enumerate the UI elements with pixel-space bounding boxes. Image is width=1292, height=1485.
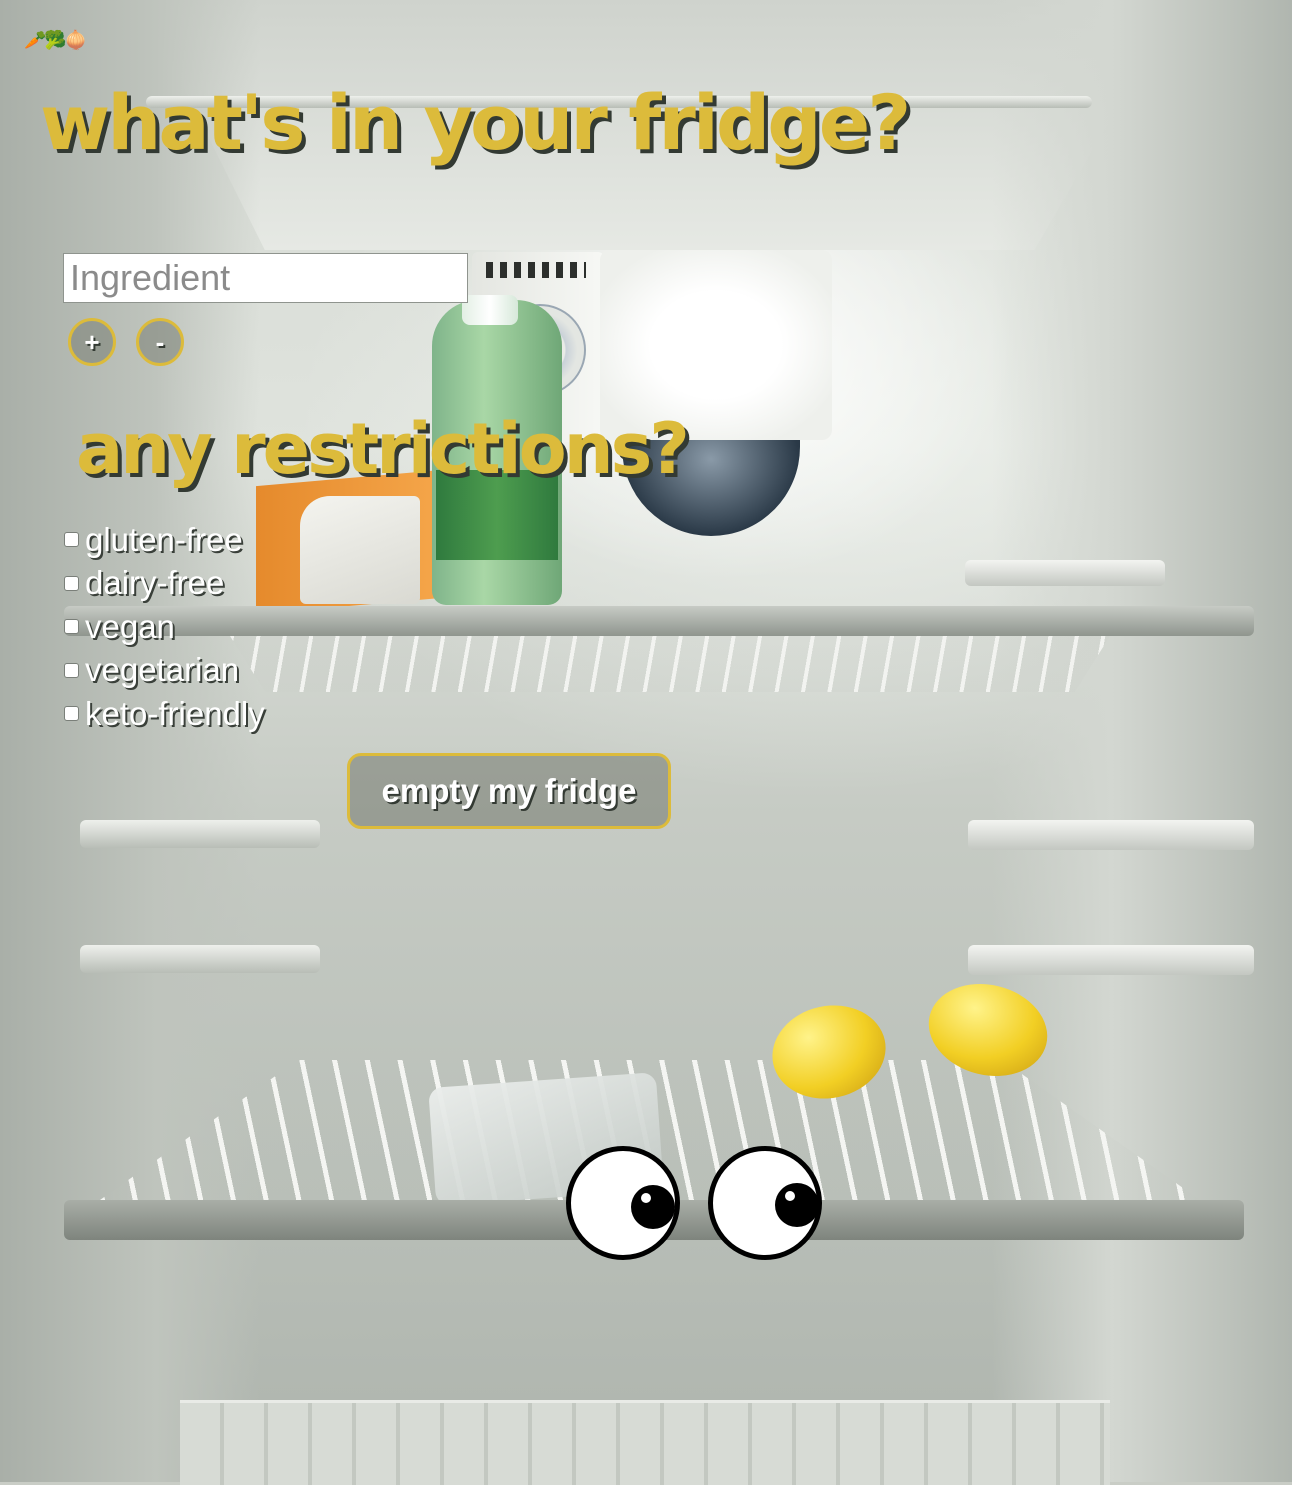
shelf-rail (968, 820, 1254, 850)
shelf-rail (965, 560, 1165, 586)
baking-soda-box-front (300, 496, 420, 604)
checkbox[interactable] (64, 575, 79, 591)
restriction-label: vegetarian (85, 651, 240, 689)
app-icons-text: 🥕🥦🧅 (24, 30, 87, 51)
pupil (631, 1185, 675, 1229)
fridge-right-wall (992, 0, 1292, 1482)
restriction-dairy-free[interactable]: dairy-free (64, 562, 265, 606)
shelf-rail (80, 820, 320, 848)
bottle-cap (462, 295, 518, 325)
checkbox[interactable] (64, 706, 79, 722)
ingredient-input[interactable] (63, 253, 468, 303)
crisper-drawer (180, 1400, 1110, 1485)
fridge-background-image (0, 0, 1292, 1485)
checkbox[interactable] (64, 532, 79, 548)
shelf-rail (968, 945, 1254, 975)
add-ingredient-button[interactable]: + (68, 318, 116, 366)
restriction-label: gluten-free (85, 520, 243, 558)
restriction-vegetarian[interactable]: vegetarian (64, 649, 265, 693)
shelf-rail (80, 945, 320, 973)
restriction-gluten-free[interactable]: gluten-free (64, 518, 265, 562)
fridge-left-wall (0, 0, 260, 1482)
restriction-keto-friendly[interactable]: keto-friendly (64, 692, 265, 736)
googly-eye-icon (708, 1146, 822, 1260)
restriction-label: vegan (85, 607, 175, 645)
restriction-label: keto-friendly (85, 694, 265, 732)
vent-slots (486, 262, 586, 278)
app-icons: 🥕🥦🧅 (24, 30, 87, 51)
top-shelf-wires (230, 636, 1110, 692)
pupil (775, 1183, 819, 1227)
restriction-vegan[interactable]: vegan (64, 605, 265, 649)
restrictions-list: gluten-free dairy-free vegan vegetarian … (64, 518, 265, 736)
restrictions-title: any restrictions? (76, 408, 690, 490)
checkbox[interactable] (64, 619, 79, 635)
remove-ingredient-button[interactable]: - (136, 318, 184, 366)
empty-fridge-button[interactable]: empty my fridge (347, 753, 671, 829)
restriction-label: dairy-free (85, 564, 225, 602)
page-title: what's in your fridge? (40, 78, 911, 167)
googly-eye-icon (566, 1146, 680, 1260)
checkbox[interactable] (64, 662, 79, 678)
